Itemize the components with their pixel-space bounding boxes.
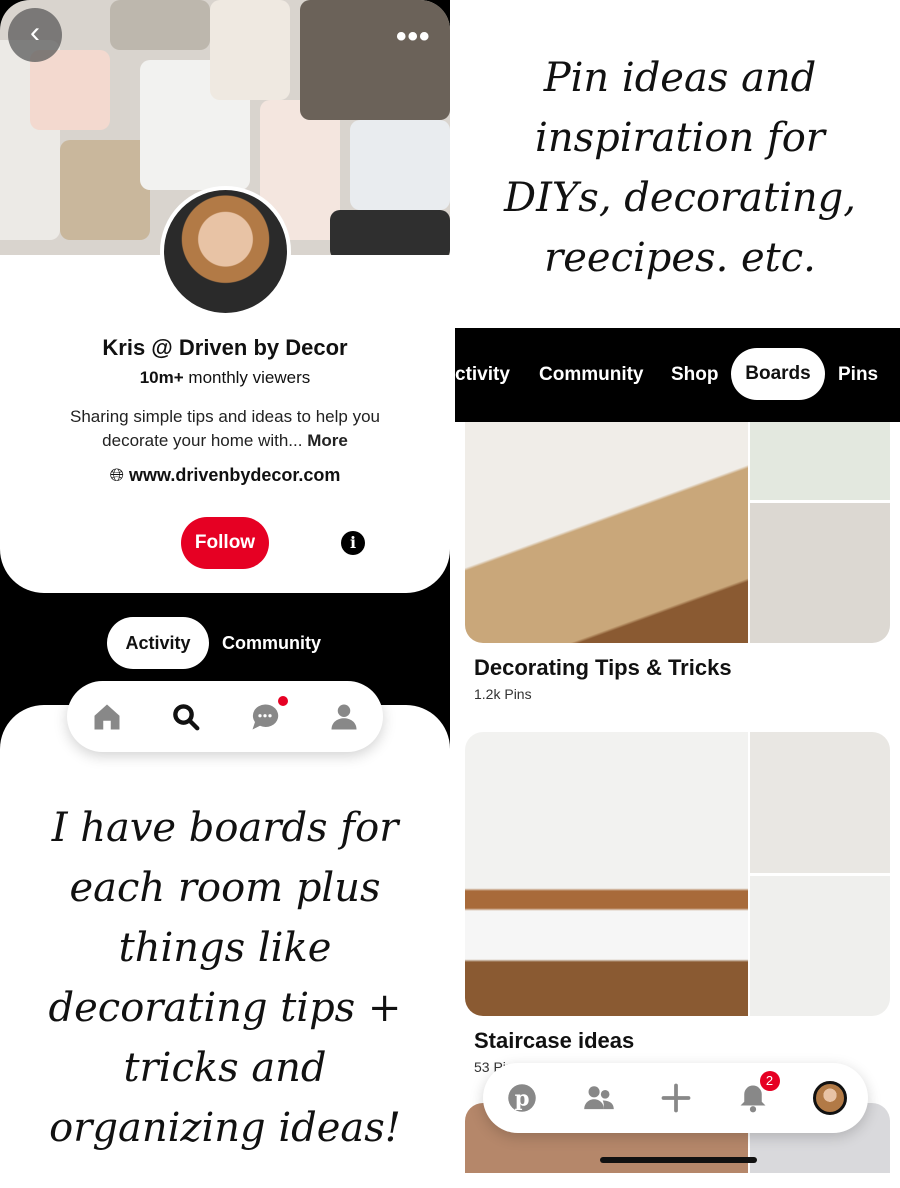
website-url[interactable]: www.drivenbydecor.com: [129, 465, 340, 485]
website-link[interactable]: 🌐︎ www.drivenbydecor.com: [0, 465, 450, 486]
following-icon[interactable]: [582, 1081, 616, 1115]
profile-avatar[interactable]: [812, 1081, 847, 1115]
viewers-count: 10m+: [139, 368, 184, 387]
more-link[interactable]: More: [307, 431, 348, 450]
bottom-nav-bar: p 2: [483, 1063, 868, 1133]
note-line: Pin ideas and: [543, 55, 817, 101]
follow-button[interactable]: Follow: [181, 517, 269, 569]
search-icon[interactable]: [169, 700, 203, 734]
note-line: inspiration for: [535, 115, 825, 161]
create-icon[interactable]: [659, 1081, 693, 1115]
board-pin-count: 1.2k Pins: [474, 686, 532, 702]
board-title[interactable]: Staircase ideas: [474, 1028, 634, 1054]
note-line: organizing ideas!: [49, 1105, 401, 1151]
boards-header: ctivity Community Shop Boards Pins: [455, 328, 900, 422]
note-line: reecipes. etc.: [544, 235, 816, 281]
board-cover-staircase[interactable]: [465, 732, 890, 1016]
bio-line: Sharing simple tips and ideas to help yo…: [70, 407, 380, 426]
svg-text:p: p: [514, 1087, 529, 1112]
notification-badge: 2: [759, 1071, 780, 1091]
profile-name: Kris @ Driven by Decor: [102, 335, 348, 360]
bottom-nav-bar: [67, 681, 383, 752]
messages-icon[interactable]: [248, 695, 288, 734]
profile-avatar: [160, 186, 291, 317]
note-line: DIYs, decorating,: [504, 175, 856, 221]
note-line: things like: [118, 925, 332, 971]
verified-globe-icon: 🌐︎: [109, 465, 124, 485]
home-indicator[interactable]: [600, 1157, 757, 1163]
profile-bio: Sharing simple tips and ideas to help yo…: [0, 405, 450, 453]
tab-activity[interactable]: ctivity: [455, 364, 510, 386]
tab-activity[interactable]: Activity: [107, 617, 209, 669]
handwritten-note-left: I have boards for each room plus things …: [0, 798, 450, 1158]
handwritten-note-right: Pin ideas and inspiration for DIYs, deco…: [460, 48, 900, 288]
back-button[interactable]: ‹: [8, 8, 62, 62]
pinterest-logo-icon[interactable]: p: [505, 1081, 539, 1115]
notifications-icon[interactable]: 2: [736, 1071, 780, 1115]
more-options-icon[interactable]: •••: [396, 20, 431, 54]
board-title[interactable]: Decorating Tips & Tricks: [474, 655, 732, 681]
profile-icon[interactable]: [327, 700, 361, 734]
notification-dot: [277, 695, 288, 706]
tab-boards[interactable]: Boards: [731, 348, 825, 400]
note-line: I have boards for: [51, 805, 399, 851]
note-line: each room plus: [69, 865, 381, 911]
tab-shop[interactable]: Shop: [671, 364, 719, 386]
note-line: tricks and: [123, 1045, 327, 1091]
note-line: decorating tips +: [48, 985, 402, 1031]
home-icon[interactable]: [90, 700, 124, 734]
tab-pins[interactable]: Pins: [838, 364, 878, 386]
tab-community[interactable]: Community: [539, 364, 644, 386]
info-icon[interactable]: i: [341, 531, 365, 555]
bio-line: decorate your home with...: [102, 431, 303, 450]
viewers-label: monthly viewers: [188, 368, 311, 387]
board-cover-decorating[interactable]: [465, 422, 890, 643]
tab-community[interactable]: Community: [222, 633, 321, 654]
monthly-viewers: 10m+ monthly viewers: [0, 368, 450, 388]
